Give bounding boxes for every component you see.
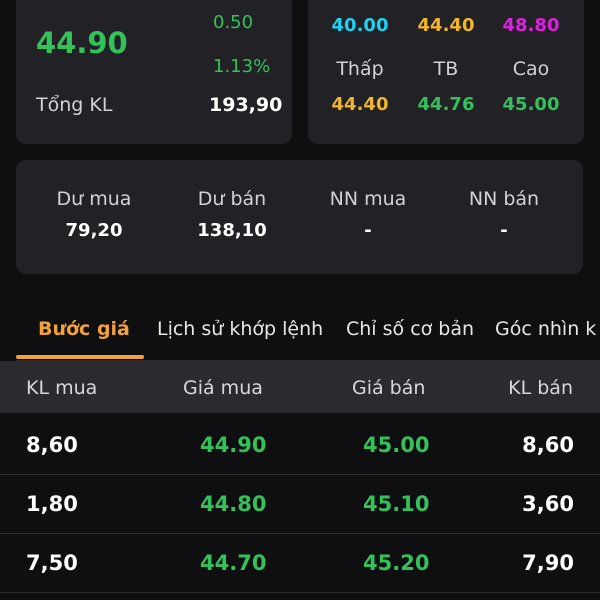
volume-label: Tổng KL (36, 94, 113, 116)
buy-volume: 7,50 (26, 551, 78, 575)
header-buy-volume: KL mua (26, 377, 98, 399)
flow-label: Dư mua (56, 188, 132, 210)
volume-value: 193,90 (209, 94, 283, 116)
tab-bar: Bước giá Lịch sử khớp lệnh Chỉ số cơ bản… (0, 300, 600, 360)
sell-price: 45.00 (363, 433, 430, 457)
flow-label: Dư bán (197, 188, 267, 210)
sell-price: 45.10 (363, 492, 430, 516)
sell-volume: 3,60 (522, 492, 574, 516)
flow-value: - (500, 220, 508, 241)
table-row: 8,60 44.90 45.00 8,60 (0, 416, 600, 474)
buy-volume: 1,80 (26, 492, 78, 516)
avg-price: 44.76 (417, 94, 475, 115)
flow-label: NN bán (468, 188, 540, 210)
row-divider (0, 592, 600, 593)
low-price: 44.40 (331, 94, 389, 115)
avg-label: TB (433, 58, 459, 80)
price-change-percent: 1.13% (213, 56, 271, 77)
table-row: 1,80 44.80 45.10 3,60 (0, 475, 600, 533)
order-flow-card: Dư mua 79,20 Dư bán 138,10 NN mua - NN b… (16, 160, 583, 274)
tab-fundamentals[interactable]: Chỉ số cơ bản (346, 318, 474, 340)
flow-sell-surplus: Dư bán 138,10 (162, 188, 302, 241)
range-card: 40.00 44.40 48.80 Thấp TB Cao 44.40 44.7… (308, 0, 584, 144)
high-price: 45.00 (502, 94, 560, 115)
sell-volume: 7,90 (522, 551, 574, 575)
flow-foreign-buy: NN mua - (298, 188, 438, 241)
price-card: 44.90 0.50 1.13% Tổng KL 193,90 (16, 0, 292, 144)
floor-price: 40.00 (331, 15, 389, 36)
table-row: 7,50 44.70 45.20 7,90 (0, 534, 600, 592)
header-sell-volume: KL bán (508, 377, 573, 399)
buy-price: 44.70 (200, 551, 267, 575)
tab-match-history[interactable]: Lịch sử khớp lệnh (157, 318, 323, 340)
sell-volume: 8,60 (522, 433, 574, 457)
tab-perspective[interactable]: Góc nhìn k (495, 318, 596, 340)
low-label: Thấp (336, 58, 384, 80)
ceiling-price: 48.80 (502, 15, 560, 36)
sell-price: 45.20 (363, 551, 430, 575)
flow-value: - (364, 220, 372, 241)
flow-value: 138,10 (197, 220, 267, 241)
current-price: 44.90 (36, 26, 128, 60)
order-book-header: KL mua Giá mua Giá bán KL bán (0, 361, 600, 413)
flow-buy-surplus: Dư mua 79,20 (24, 188, 164, 241)
flow-label: NN mua (329, 188, 407, 210)
flow-foreign-sell: NN bán - (434, 188, 574, 241)
buy-price: 44.80 (200, 492, 267, 516)
flow-value: 79,20 (65, 220, 123, 241)
price-change: 0.50 (213, 12, 254, 33)
high-label: Cao (512, 58, 550, 80)
reference-price: 44.40 (417, 15, 475, 36)
active-tab-indicator (16, 355, 144, 359)
header-sell-price: Giá bán (352, 377, 426, 399)
header-buy-price: Giá mua (183, 377, 263, 399)
tab-price-steps[interactable]: Bước giá (38, 318, 130, 340)
buy-volume: 8,60 (26, 433, 78, 457)
buy-price: 44.90 (200, 433, 267, 457)
